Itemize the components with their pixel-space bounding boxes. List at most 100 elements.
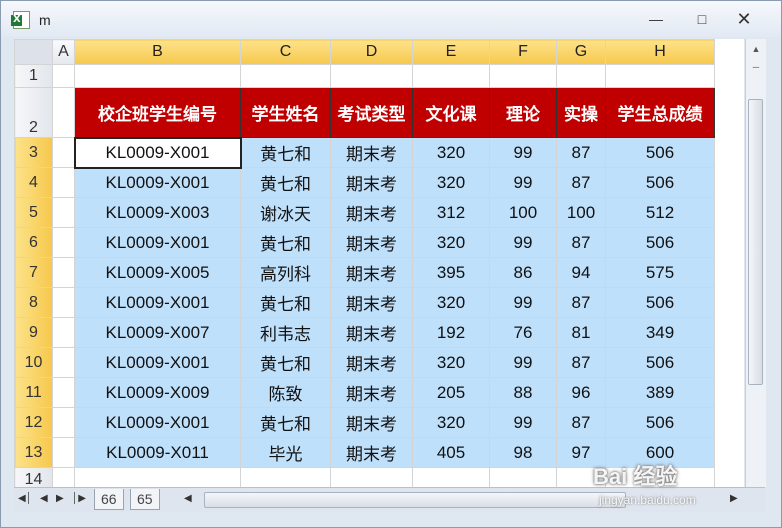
- table-cell[interactable]: 期末考: [330, 437, 413, 468]
- row-header[interactable]: 12: [14, 407, 53, 438]
- cell[interactable]: [52, 167, 75, 198]
- table-cell[interactable]: 99: [489, 347, 557, 378]
- table-cell[interactable]: 320: [412, 347, 490, 378]
- table-cell[interactable]: 99: [489, 227, 557, 258]
- table-cell[interactable]: 利韦志: [240, 317, 331, 348]
- prev-sheet-icon[interactable]: ◀: [40, 493, 48, 504]
- cell[interactable]: [52, 317, 75, 348]
- worksheet-grid[interactable]: A B C D E F G H 1 2 校企班学生编号 学生姓名 考试类型 文化…: [14, 39, 744, 487]
- table-cell[interactable]: 期末考: [330, 377, 413, 408]
- table-cell[interactable]: 黄七和: [240, 347, 331, 378]
- table-cell[interactable]: 87: [556, 287, 606, 318]
- row-header[interactable]: 10: [14, 347, 53, 378]
- table-cell[interactable]: 99: [489, 167, 557, 198]
- column-header[interactable]: F: [489, 39, 557, 65]
- row-header[interactable]: 2: [14, 87, 53, 138]
- table-cell[interactable]: 312: [412, 197, 490, 228]
- cell[interactable]: [52, 287, 75, 318]
- column-header[interactable]: E: [412, 39, 490, 65]
- table-cell[interactable]: 期末考: [330, 137, 413, 168]
- table-cell[interactable]: 320: [412, 287, 490, 318]
- table-cell[interactable]: 86: [489, 257, 557, 288]
- table-header-cell[interactable]: 校企班学生编号: [74, 87, 241, 138]
- table-cell[interactable]: 期末考: [330, 287, 413, 318]
- row-header[interactable]: 7: [14, 257, 53, 288]
- table-cell[interactable]: 谢冰天: [240, 197, 331, 228]
- cell[interactable]: [240, 64, 331, 88]
- table-cell[interactable]: 395: [412, 257, 490, 288]
- column-header[interactable]: H: [605, 39, 715, 65]
- table-cell[interactable]: KL0009-X001: [74, 407, 241, 438]
- cell[interactable]: [52, 87, 75, 138]
- table-cell[interactable]: 506: [605, 227, 715, 258]
- close-icon[interactable]: ✕: [731, 9, 757, 29]
- table-header-cell[interactable]: 学生姓名: [240, 87, 331, 138]
- row-header[interactable]: 6: [14, 227, 53, 258]
- table-cell[interactable]: 320: [412, 227, 490, 258]
- table-cell[interactable]: 期末考: [330, 167, 413, 198]
- minimize-icon[interactable]: —: [643, 9, 669, 29]
- table-cell[interactable]: 88: [489, 377, 557, 408]
- cell[interactable]: [52, 64, 75, 88]
- table-cell[interactable]: 205: [412, 377, 490, 408]
- table-cell[interactable]: 76: [489, 317, 557, 348]
- table-cell[interactable]: KL0009-X001: [74, 287, 241, 318]
- table-cell[interactable]: 黄七和: [240, 137, 331, 168]
- table-cell[interactable]: 575: [605, 257, 715, 288]
- column-header[interactable]: G: [556, 39, 606, 65]
- table-cell[interactable]: 99: [489, 137, 557, 168]
- table-cell[interactable]: 320: [412, 137, 490, 168]
- table-cell[interactable]: 黄七和: [240, 227, 331, 258]
- table-cell[interactable]: 87: [556, 167, 606, 198]
- cell[interactable]: [52, 467, 75, 487]
- cell[interactable]: [330, 64, 413, 88]
- table-cell[interactable]: KL0009-X011: [74, 437, 241, 468]
- table-header-cell[interactable]: 学生总成绩: [605, 87, 715, 138]
- horizontal-scroll-thumb[interactable]: [204, 492, 626, 508]
- table-cell[interactable]: 320: [412, 167, 490, 198]
- first-sheet-icon[interactable]: ◀│: [18, 493, 32, 504]
- active-cell[interactable]: KL0009-X001: [73, 136, 242, 169]
- scroll-right-icon[interactable]: ▶: [730, 493, 738, 504]
- table-cell[interactable]: 506: [605, 287, 715, 318]
- table-cell[interactable]: 黄七和: [240, 167, 331, 198]
- table-cell[interactable]: 320: [412, 407, 490, 438]
- cell[interactable]: [52, 137, 75, 168]
- cell[interactable]: [489, 467, 557, 487]
- cell[interactable]: [412, 64, 490, 88]
- table-cell[interactable]: 506: [605, 167, 715, 198]
- table-header-cell[interactable]: 考试类型: [330, 87, 413, 138]
- table-cell[interactable]: 期末考: [330, 197, 413, 228]
- table-header-cell[interactable]: 文化课: [412, 87, 490, 138]
- table-cell[interactable]: 98: [489, 437, 557, 468]
- row-header[interactable]: 9: [14, 317, 53, 348]
- table-cell[interactable]: 349: [605, 317, 715, 348]
- cell[interactable]: [605, 64, 715, 88]
- table-cell[interactable]: 黄七和: [240, 407, 331, 438]
- column-header[interactable]: B: [74, 39, 241, 65]
- column-header[interactable]: C: [240, 39, 331, 65]
- table-cell[interactable]: 94: [556, 257, 606, 288]
- cell[interactable]: [412, 467, 490, 487]
- table-cell[interactable]: 99: [489, 407, 557, 438]
- table-cell[interactable]: 期末考: [330, 227, 413, 258]
- table-cell[interactable]: KL0009-X009: [74, 377, 241, 408]
- table-cell[interactable]: 405: [412, 437, 490, 468]
- table-cell[interactable]: 512: [605, 197, 715, 228]
- column-header[interactable]: A: [52, 39, 75, 65]
- table-cell[interactable]: 100: [556, 197, 606, 228]
- sheet-tab[interactable]: 65: [130, 489, 160, 510]
- table-cell[interactable]: 期末考: [330, 347, 413, 378]
- table-header-cell[interactable]: 实操: [556, 87, 606, 138]
- split-handle-icon[interactable]: ─: [748, 59, 764, 75]
- cell[interactable]: [52, 377, 75, 408]
- last-sheet-icon[interactable]: │▶: [72, 493, 86, 504]
- table-cell[interactable]: KL0009-X001: [74, 167, 241, 198]
- table-cell[interactable]: 期末考: [330, 257, 413, 288]
- cell[interactable]: [74, 467, 241, 487]
- table-cell[interactable]: KL0009-X007: [74, 317, 241, 348]
- table-cell[interactable]: KL0009-X003: [74, 197, 241, 228]
- cell[interactable]: [489, 64, 557, 88]
- row-header[interactable]: 1: [14, 64, 53, 88]
- table-cell[interactable]: 96: [556, 377, 606, 408]
